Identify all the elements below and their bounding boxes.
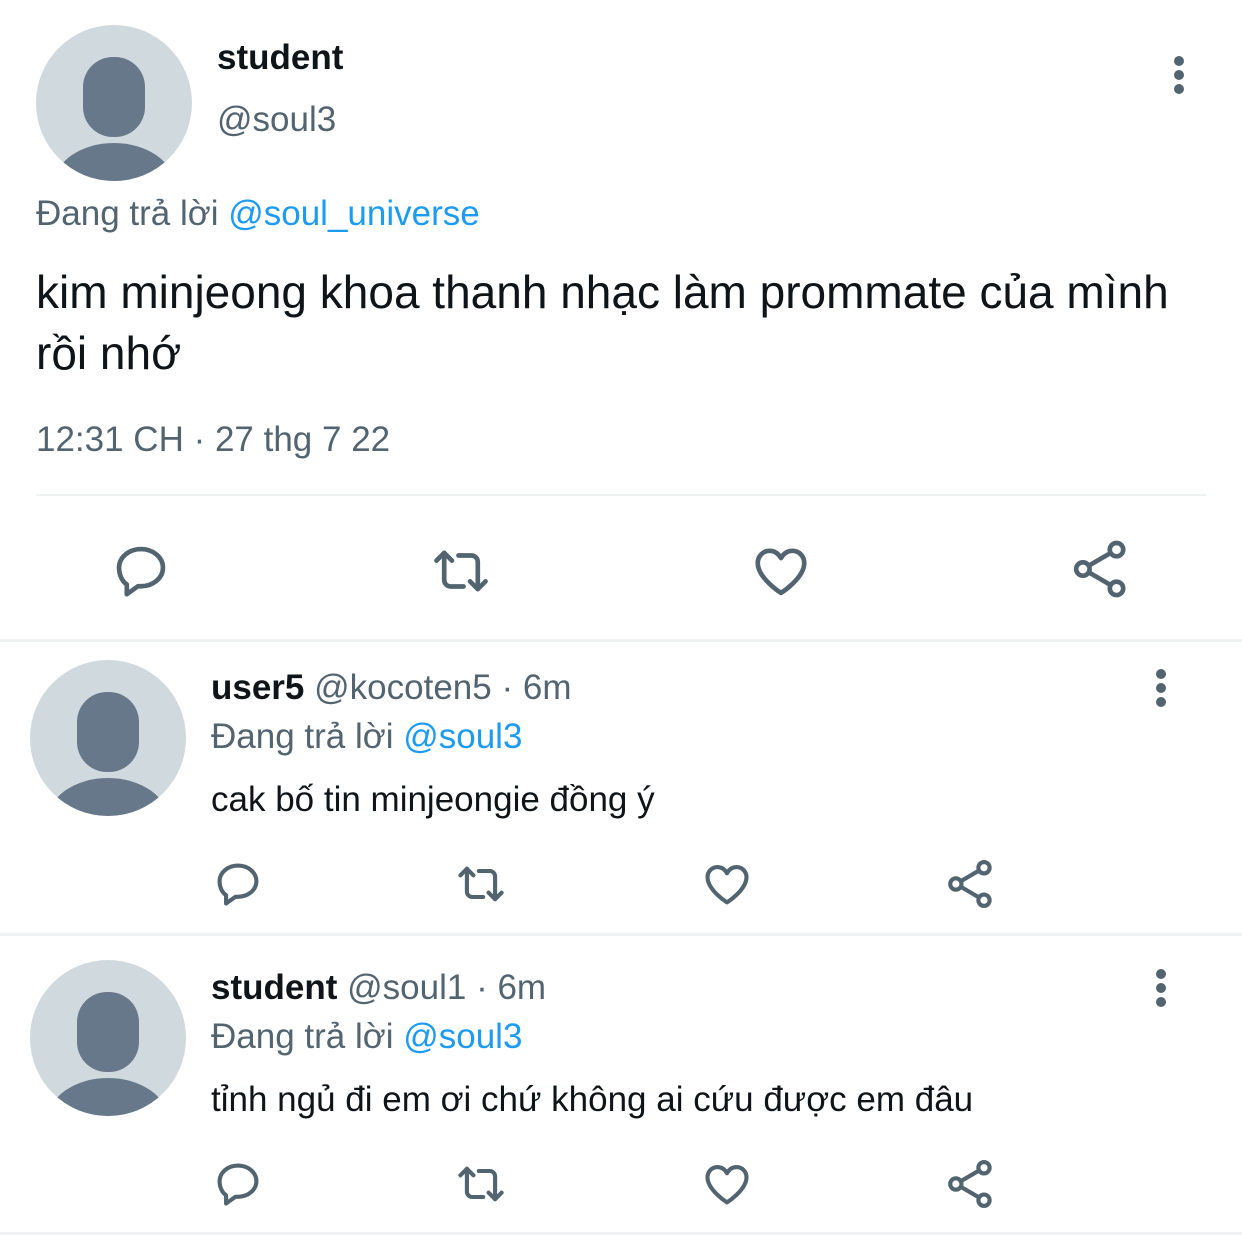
retweet-icon [458, 1166, 504, 1202]
more-options-icon[interactable] [1141, 963, 1181, 1013]
reply-time: · 6m [501, 668, 572, 707]
replying-to-line: Đang trả lời @soul3 [211, 1017, 522, 1057]
main-tweet-display-name[interactable]: student [217, 38, 343, 78]
replying-to-prefix: Đang trả lời [36, 194, 219, 233]
retweet-icon [434, 550, 488, 592]
retweet-icon [458, 866, 504, 902]
divider [36, 494, 1206, 496]
replying-to-prefix: Đang trả lời [211, 717, 394, 756]
main-tweet-text: kim minjeong khoa thanh nhạc làm prommat… [36, 266, 1169, 379]
replying-to-line: Đang trả lời @soul_universe [36, 194, 480, 234]
reply-button[interactable] [212, 858, 264, 910]
retweet-button[interactable] [452, 1158, 510, 1210]
default-avatar-icon [48, 992, 168, 1116]
reply-avatar[interactable] [30, 660, 186, 816]
heart-icon [705, 1165, 749, 1205]
reply-avatar[interactable] [30, 960, 186, 1116]
replying-to-handle-link[interactable]: @soul_universe [228, 194, 480, 233]
reply-header: student @soul1 · 6m [211, 968, 546, 1008]
default-avatar-icon [48, 692, 168, 816]
share-icon [948, 860, 992, 908]
share-button[interactable] [945, 1158, 997, 1210]
reply-handle[interactable]: @kocoten5 [314, 668, 492, 707]
replying-to-line: Đang trả lời @soul3 [211, 717, 522, 757]
reply-header: user5 @kocoten5 · 6m [211, 668, 571, 708]
reply-handle[interactable]: @soul1 [347, 968, 466, 1007]
share-icon [1073, 540, 1126, 598]
more-options-icon[interactable] [1141, 663, 1181, 713]
reply-button[interactable] [212, 1158, 264, 1210]
more-options-icon[interactable] [1159, 50, 1199, 100]
replying-to-handle-link[interactable]: @soul3 [403, 1017, 522, 1056]
reply-display-name[interactable]: user5 [211, 668, 304, 707]
like-button[interactable] [700, 858, 754, 910]
section-divider [0, 933, 1242, 936]
speech-bubble-icon [116, 546, 166, 597]
share-icon [948, 1160, 992, 1208]
main-tweet-timestamp[interactable]: 12:31 CH · 27 thg 7 22 [36, 420, 390, 460]
section-divider [0, 1232, 1242, 1235]
like-button[interactable] [749, 540, 813, 602]
speech-bubble-icon [217, 1163, 259, 1206]
heart-icon [755, 548, 807, 596]
share-button[interactable] [945, 858, 997, 910]
reply-time: · 6m [476, 968, 547, 1007]
main-tweet-handle[interactable]: @soul3 [217, 100, 336, 140]
share-button[interactable] [1070, 538, 1132, 600]
speech-bubble-icon [217, 863, 259, 906]
main-tweet-avatar[interactable] [36, 25, 192, 181]
reply-text: cak bố tin minjeongie đồng ý [211, 780, 655, 819]
heart-icon [705, 865, 749, 905]
reply-display-name[interactable]: student [211, 968, 337, 1007]
reply-button[interactable] [110, 540, 172, 602]
replying-to-handle-link[interactable]: @soul3 [403, 717, 522, 756]
retweet-button[interactable] [452, 858, 510, 910]
reply-text: tỉnh ngủ đi em ơi chứ không ai cứu được … [211, 1080, 974, 1119]
default-avatar-icon [54, 57, 174, 181]
retweet-button[interactable] [428, 540, 494, 602]
replying-to-prefix: Đang trả lời [211, 1017, 394, 1056]
section-divider [0, 639, 1242, 642]
like-button[interactable] [700, 1158, 754, 1210]
